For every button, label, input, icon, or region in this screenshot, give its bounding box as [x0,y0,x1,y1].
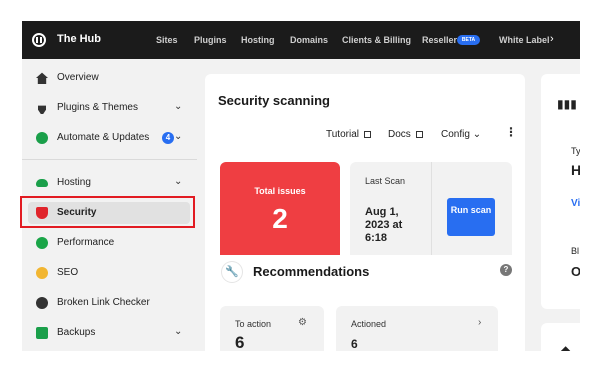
chevron-right-icon[interactable]: › [478,317,481,328]
last-scan-date: Aug 1, 2023 at 6:18 [365,206,403,244]
to-action-label: To action [235,319,272,329]
docs-label: Docs [388,129,411,140]
nav-clients-billing[interactable]: Clients & Billing [342,35,411,45]
cloud-icon [36,179,48,187]
docs-link[interactable]: Docs [388,129,423,140]
sidebar-item-seo[interactable]: SEO [22,262,197,284]
actioned-card[interactable]: Actioned › 6 [336,306,498,351]
total-issues-count: 2 [272,203,288,234]
sidebar-item-label: Hosting [57,177,91,188]
waveform-icon: ▮▮▮ [557,97,577,111]
chevron-down-icon[interactable]: ⌄ [174,326,182,337]
sidebar-item-automate-updates[interactable]: Automate & Updates 4 ⌄ [22,127,197,149]
more-options-icon[interactable]: ⋮ [505,125,517,139]
hub-logo-icon[interactable] [32,33,46,47]
sidebar-item-backups[interactable]: Backups ⌄ [22,322,197,344]
backups-icon [36,327,48,339]
total-issues-label: Total issues [254,186,306,196]
nav-plugins[interactable]: Plugins [194,35,227,45]
right-side-card: ▮▮▮ Ty H Vi Bl O [541,74,580,309]
last-scan-panel: Last Scan Aug 1, 2023 at 6:18 Run scan [350,162,512,255]
chevron-down-icon: ⌄ [472,129,482,140]
scan-divider [431,162,432,255]
wrench-icon: 🔧 [222,262,242,282]
right-card-text: H [571,162,580,178]
chevron-down-icon[interactable]: ⌄ [174,101,182,112]
right-card-text: Bl [571,246,580,256]
page-title: Security scanning [218,93,330,108]
sidebar-item-broken-link-checker[interactable]: Broken Link Checker [22,292,197,314]
performance-icon [36,237,48,249]
to-action-count: 6 [235,333,245,351]
external-link-icon [415,130,423,138]
updates-count-badge: 4 [162,132,174,144]
sidebar-item-plugins-themes[interactable]: Plugins & Themes ⌄ [22,97,197,119]
recommendations-title: Recommendations [253,264,370,279]
chevron-right-icon[interactable]: › [550,33,554,45]
config-label: Config [441,129,470,140]
run-scan-button[interactable]: Run scan [447,198,495,236]
sidebar-item-label: SEO [57,267,79,278]
security-scanning-card: Security scanning Tutorial Docs Config ⌄… [205,74,525,351]
right-side-card-2: ◆ [541,323,580,351]
tutorial-link[interactable]: Tutorial [326,129,371,140]
nav-sites[interactable]: Sites [156,35,178,45]
help-icon[interactable]: ? [500,264,512,276]
sidebar-item-label: Automate & Updates [57,132,150,143]
nav-hosting[interactable]: Hosting [241,35,275,45]
seo-icon [36,267,48,279]
right-card-text: Ty [571,146,580,156]
automate-icon [36,132,48,144]
highlight-box [20,196,195,228]
tutorial-label: Tutorial [326,129,359,140]
nav-white-label[interactable]: White Label [499,35,550,45]
link-checker-icon [36,297,48,309]
house-icon [36,72,48,84]
plug-icon [38,105,46,114]
sidebar-item-label: Overview [57,72,99,83]
right-card-text: O [571,264,580,279]
total-issues-panel: Total issues 2 [220,162,340,255]
right-card-link[interactable]: Vi [571,198,580,209]
actioned-count: 6 [351,337,358,351]
chevron-down-icon[interactable]: ⌄ [174,176,182,187]
beta-badge: BETA [457,35,480,45]
config-dropdown[interactable]: Config ⌄ [441,129,481,140]
sidebar-item-label: Backups [57,327,96,338]
app-title[interactable]: The Hub [57,33,101,45]
gear-icon[interactable]: ⚙ [298,317,307,328]
top-bar: The Hub Sites Plugins Hosting Domains Cl… [22,21,580,59]
nav-domains[interactable]: Domains [290,35,328,45]
sidebar-item-label: Plugins & Themes [57,102,138,113]
layers-icon: ◆ [561,343,571,351]
sidebar-item-label: Broken Link Checker [57,297,150,308]
sidebar-item-overview[interactable]: Overview [22,67,197,89]
last-scan-label: Last Scan [365,176,406,186]
app-window: The Hub Sites Plugins Hosting Domains Cl… [22,21,580,351]
sidebar-item-hosting[interactable]: Hosting ⌄ [22,172,197,194]
to-action-card[interactable]: To action ⚙ 6 [220,306,324,351]
sidebar-item-performance[interactable]: Performance [22,232,197,254]
chevron-down-icon[interactable]: ⌄ [174,131,182,142]
actioned-label: Actioned [351,319,387,329]
external-link-icon [363,130,371,138]
sidebar-item-label: Performance [57,237,115,248]
screenshot-stage: The Hub Sites Plugins Hosting Domains Cl… [0,0,610,387]
nav-reseller[interactable]: Reseller [422,35,457,45]
sidebar-divider [22,159,197,160]
